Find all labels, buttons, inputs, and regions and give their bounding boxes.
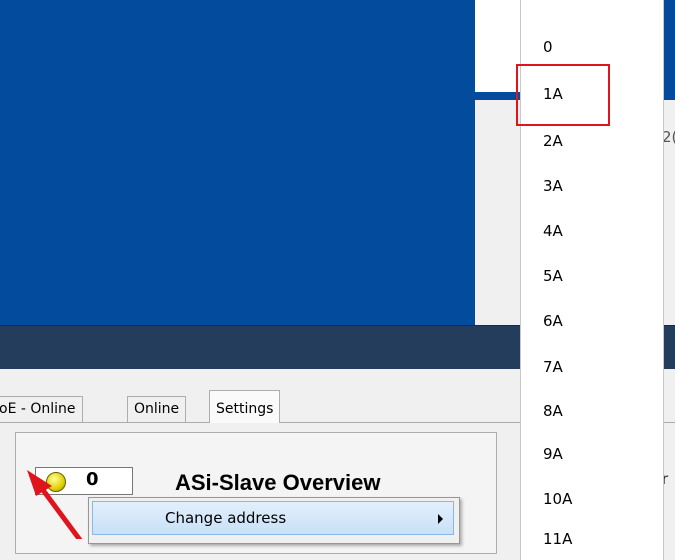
annotation-arrow-icon [27,470,83,539]
tab-settings[interactable]: Settings [209,390,281,423]
